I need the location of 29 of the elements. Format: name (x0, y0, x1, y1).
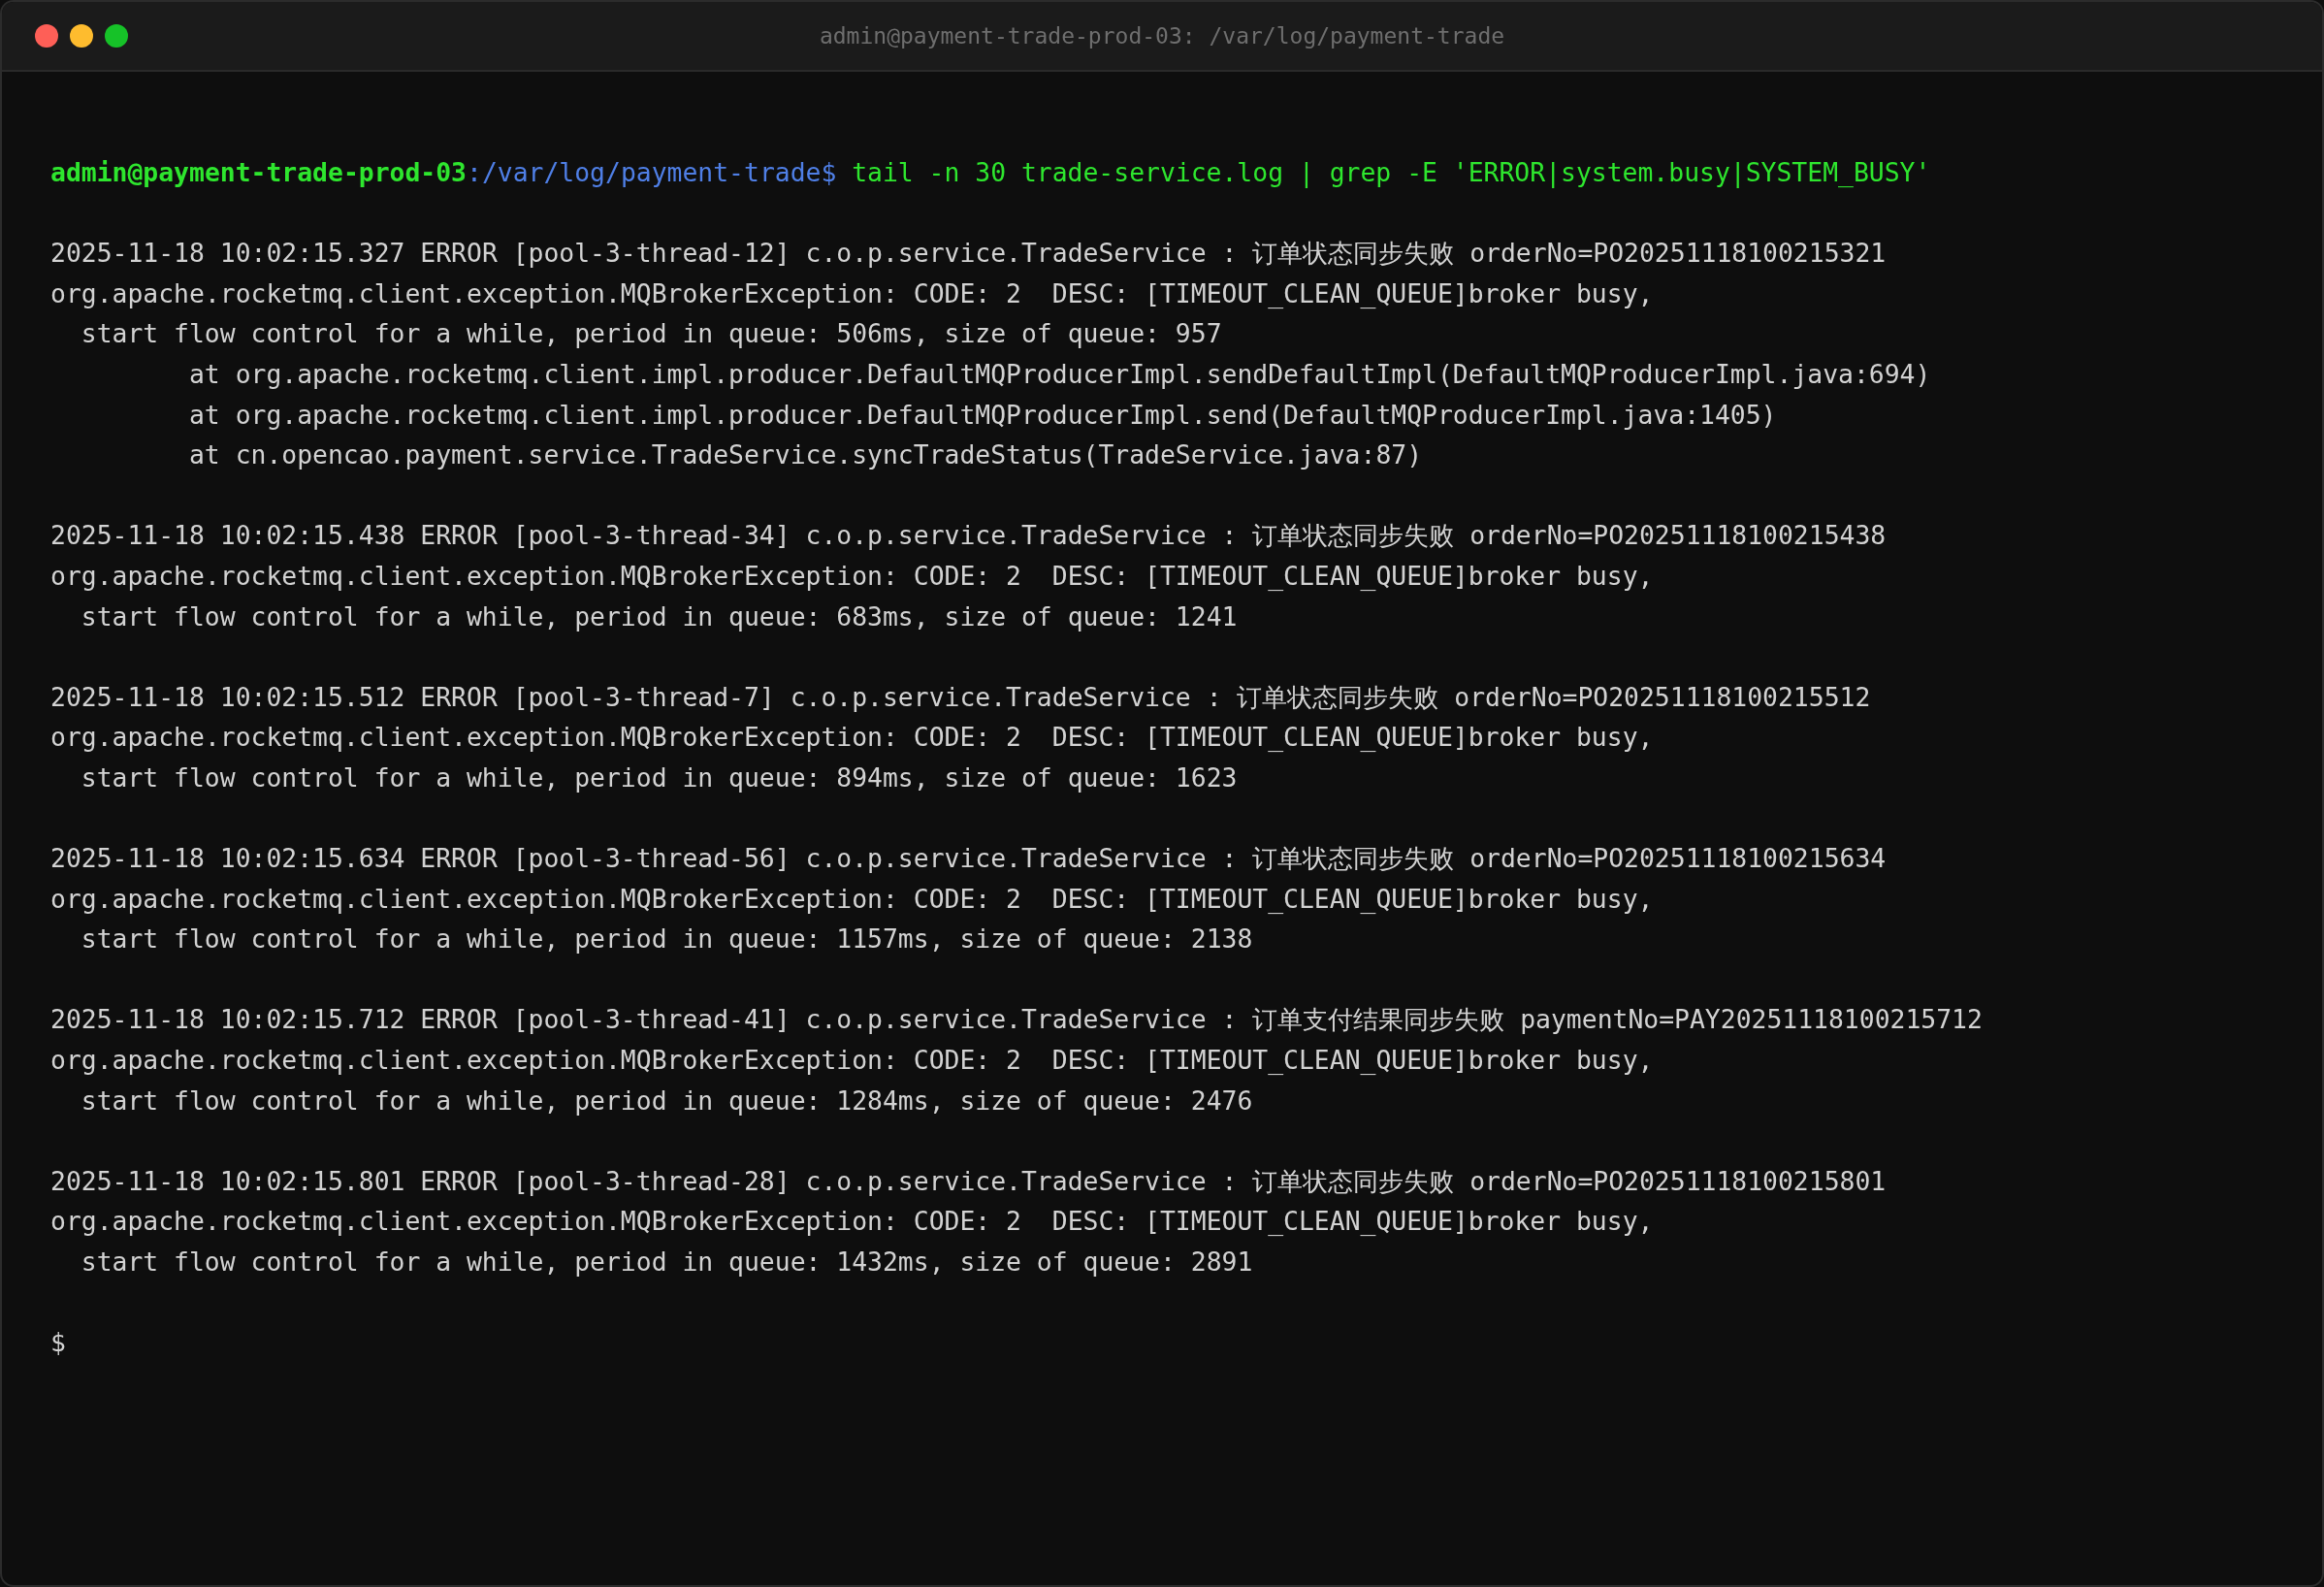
exception-detail-line: start flow control for a while, period in queue: 1432ms, size of queue: 2891 (81, 1246, 1253, 1279)
exception-line: org.apache.rocketmq.client.exception.MQBrokerException: CODE: 2 DESC: [TIMEOUT_CLEAN_QUEUE]broker busy, (50, 1205, 1654, 1239)
zoom-button[interactable] (105, 24, 128, 48)
log-entry-line: 2025-11-18 10:02:15.634 ERROR [pool-3-thread-56] c.o.p.service.TradeService : 订单状态同步失败 orderNo=PO20251118100215634 (50, 842, 1887, 876)
minimize-button[interactable] (70, 24, 93, 48)
log-entry-line: 2025-11-18 10:02:15.512 ERROR [pool-3-thread-7] c.o.p.service.TradeService : 订单状态同步失败 orderNo=PO20251118100215512 (50, 680, 1871, 714)
prompt-path: :/var/log/payment-trade$ (467, 156, 837, 189)
log-entry-line: 2025-11-18 10:02:15.712 ERROR [pool-3-thread-41] c.o.p.service.TradeService : 订单支付结果同步失败 paymentNo=PAY20251118100215712 (50, 1003, 1983, 1037)
log-entry-line: 2025-11-18 10:02:15.327 ERROR [pool-3-thread-12] c.o.p.service.TradeService : 订单状态同步失败 orderNo=PO20251118100215321 (50, 237, 1887, 271)
prompt-user-host: admin@payment-trade-prod-03 (50, 156, 467, 189)
stack-trace-line: at cn.opencao.payment.service.TradeService.syncTradeStatus(TradeService.java:87) (189, 438, 1423, 472)
exception-line: org.apache.rocketmq.client.exception.MQBrokerException: CODE: 2 DESC: [TIMEOUT_CLEAN_QUEUE]broker busy, (50, 559, 1654, 593)
exception-line: org.apache.rocketmq.client.exception.MQBrokerException: CODE: 2 DESC: [TIMEOUT_CLEAN_QUEUE]broker busy, (50, 882, 1654, 916)
stack-trace-line: at org.apache.rocketmq.client.impl.producer.DefaultMQProducerImpl.send(DefaultMQProducerImpl.java:1405) (189, 398, 1777, 432)
exception-line: org.apache.rocketmq.client.exception.MQBrokerException: CODE: 2 DESC: [TIMEOUT_CLEAN_QUEUE]broker busy, (50, 1044, 1654, 1078)
log-entry-line: 2025-11-18 10:02:15.801 ERROR [pool-3-thread-28] c.o.p.service.TradeService : 订单状态同步失败 orderNo=PO20251118100215801 (50, 1164, 1887, 1198)
log-entry-line: 2025-11-18 10:02:15.438 ERROR [pool-3-thread-34] c.o.p.service.TradeService : 订单状态同步失败 orderNo=PO20251118100215438 (50, 519, 1887, 553)
window-title: admin@payment-trade-prod-03: /var/log/payment-trade (819, 23, 1505, 49)
command-text: tail -n 30 trade-service.log | grep -E 'ERROR|system.busy|SYSTEM_BUSY' (852, 156, 1931, 190)
exception-line: org.apache.rocketmq.client.exception.MQBrokerException: CODE: 2 DESC: [TIMEOUT_CLEAN_QUEUE]broker busy, (50, 721, 1654, 755)
shell-prompt: $ (50, 1326, 66, 1360)
stack-trace-line: at org.apache.rocketmq.client.impl.producer.DefaultMQProducerImpl.sendDefaultImpl(DefaultMQProducerImpl.java:694) (189, 357, 1931, 391)
exception-detail-line: start flow control for a while, period in queue: 683ms, size of queue: 1241 (81, 599, 1238, 633)
exception-detail-line: start flow control for a while, period in queue: 894ms, size of queue: 1623 (81, 761, 1238, 794)
exception-line: org.apache.rocketmq.client.exception.MQBrokerException: CODE: 2 DESC: [TIMEOUT_CLEAN_QUEUE]broker busy, (50, 276, 1654, 310)
exception-detail-line: start flow control for a while, period in queue: 1157ms, size of queue: 2138 (81, 923, 1253, 956)
exception-detail-line: start flow control for a while, period in queue: 1284ms, size of queue: 2476 (81, 1084, 1253, 1117)
exception-detail-line: start flow control for a while, period in queue: 506ms, size of queue: 957 (81, 317, 1222, 351)
close-button[interactable] (35, 24, 58, 48)
